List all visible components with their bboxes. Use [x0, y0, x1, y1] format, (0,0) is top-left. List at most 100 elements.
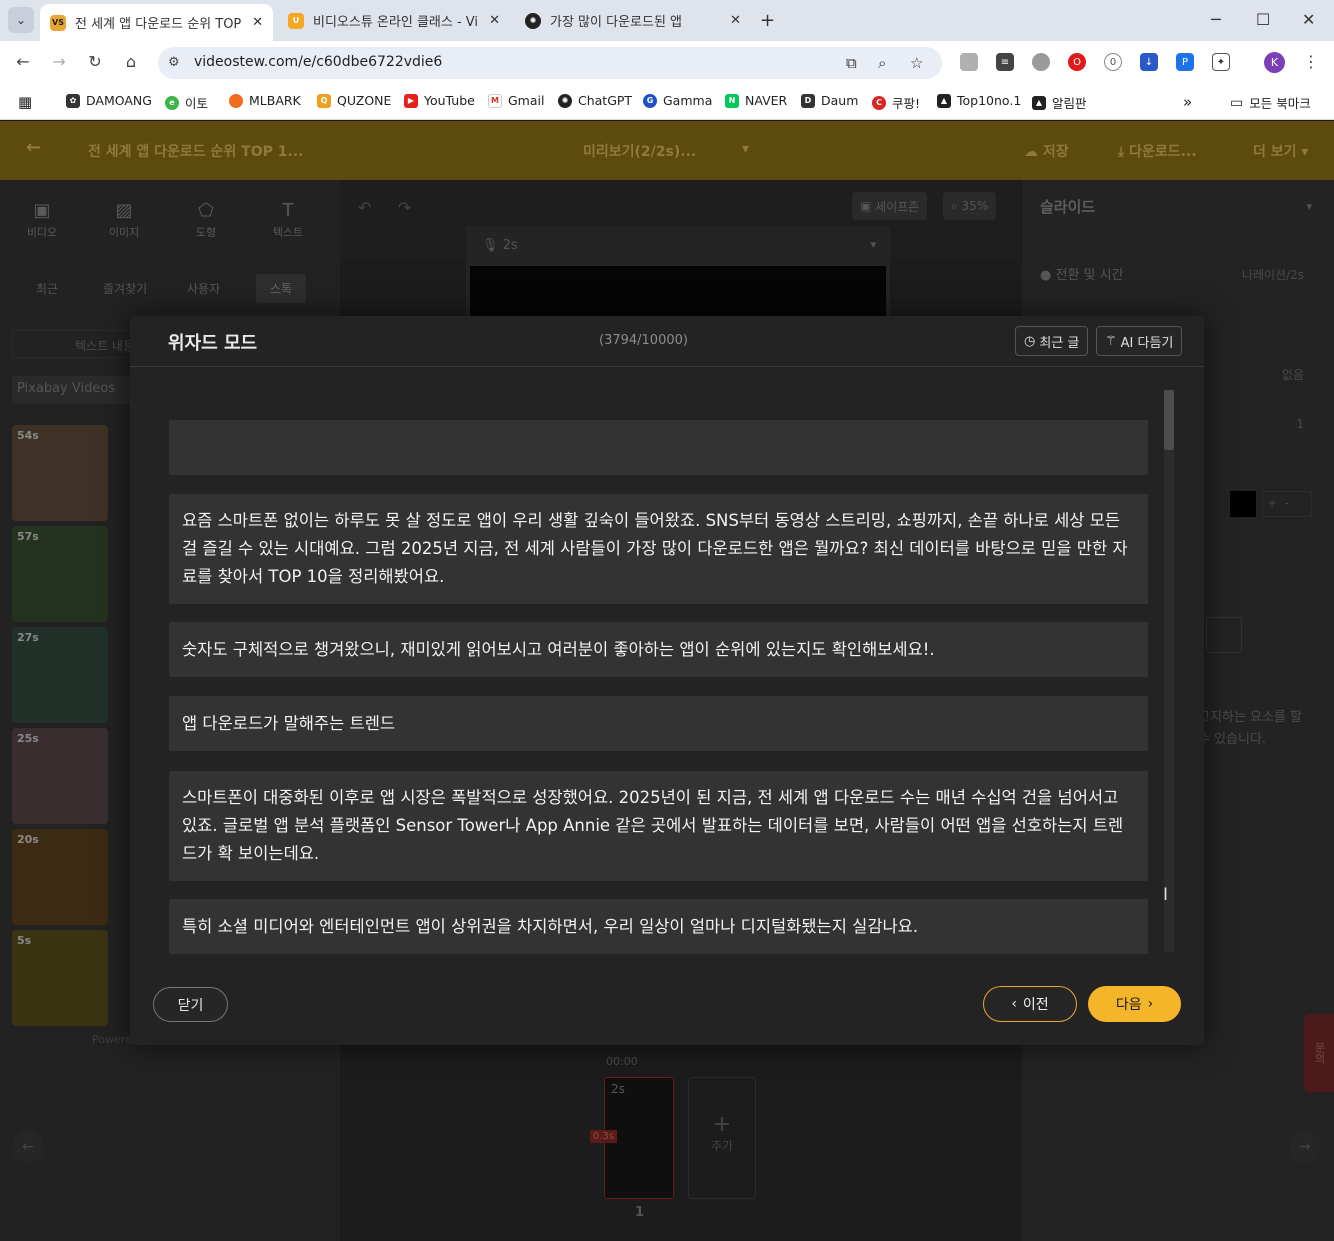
tab-recent[interactable]: 최근 [36, 280, 58, 297]
close-button[interactable]: 닫기 [153, 987, 228, 1022]
back-icon[interactable]: ← [12, 52, 34, 71]
previous-button[interactable]: ‹ 이전 [983, 986, 1077, 1022]
download-extension-icon[interactable]: ↓ [1140, 53, 1158, 71]
next-button[interactable]: 다음 › [1088, 986, 1181, 1022]
stock-thumb[interactable]: 57s [12, 526, 108, 622]
bookmark-gamma[interactable]: G Gamma [643, 93, 712, 108]
bookmark-chatgpt[interactable]: ✺ ChatGPT [558, 93, 632, 108]
youtube-icon: ▶ [404, 93, 418, 108]
tab-search-button[interactable]: ⌄ [8, 7, 34, 33]
extension-4-icon[interactable]: 0 [1104, 53, 1122, 71]
stock-thumb[interactable]: 27s [12, 627, 108, 723]
recent-text-button[interactable]: ◷ 최근 글 [1015, 326, 1089, 356]
bookmark-quzone[interactable]: Q QUZONE [317, 93, 391, 108]
paragraph-block[interactable]: 숫자도 구체적으로 챙겨왔으니, 재미있게 읽어보시고 여러분이 좋아하는 앱이… [169, 622, 1148, 677]
video-category[interactable]: ▣ 비디오 [22, 200, 62, 240]
next-slide-icon[interactable]: → [1289, 1131, 1321, 1163]
more-bookmarks-icon[interactable]: » [1183, 93, 1192, 111]
bookmark-youtube[interactable]: ▶ YouTube [404, 93, 475, 108]
safezone-toggle[interactable]: ▣ 세이프존 [852, 192, 928, 220]
tab-chatgpt[interactable]: ✺ 가장 많이 다운로드된 앱 ✕ [515, 4, 751, 37]
extension-3-icon[interactable] [1032, 53, 1050, 71]
paragraph-block[interactable]: 앱 다운로드가 말해주는 트렌드 [169, 696, 1148, 751]
text-category[interactable]: T 텍스트 [268, 200, 308, 240]
ai-polish-button[interactable]: ⚚ AI 다듬기 [1096, 326, 1183, 356]
magic-wand-icon: ⚚ [1105, 333, 1117, 349]
window-close-icon[interactable]: ✕ [1302, 10, 1315, 29]
new-tab-button[interactable]: + [760, 10, 775, 31]
scroll-thumb[interactable] [1164, 390, 1174, 450]
tab-close-icon[interactable]: ✕ [252, 15, 263, 30]
tab-online-class[interactable]: U 비디오스튜 온라인 클래스 - Vi ✕ [278, 4, 510, 37]
extension-5-icon[interactable]: P [1176, 53, 1194, 71]
tab-close-icon[interactable]: ✕ [489, 13, 500, 28]
color-swatch[interactable] [1230, 491, 1256, 517]
stock-thumb[interactable]: 54s [12, 425, 108, 521]
extension-1-icon[interactable] [960, 53, 978, 71]
transition-row[interactable]: ● 전환 및 시간 [1040, 264, 1124, 283]
inquiry-tab[interactable]: 문의 [1304, 1014, 1334, 1092]
more-menu-button[interactable]: 더 보기 ▾ [1253, 141, 1308, 161]
shape-preview[interactable] [1206, 617, 1242, 653]
bookmark-damoang[interactable]: ✿ DAMOANG [66, 93, 152, 108]
tab-close-icon[interactable]: ✕ [730, 13, 741, 28]
image-category[interactable]: ▨ 이미지 [104, 200, 144, 240]
paragraph-block[interactable] [169, 420, 1148, 475]
zoom-control[interactable]: ⌕ 35% [943, 192, 997, 220]
bookmark-daum[interactable]: D Daum [801, 93, 858, 108]
stepper-buttons[interactable]: + - [1262, 491, 1312, 517]
install-app-icon[interactable]: ⧉ [846, 54, 857, 72]
extensions-puzzle-icon[interactable]: ✦ [1212, 53, 1230, 71]
prev-slide-icon[interactable]: ← [12, 1131, 44, 1163]
download-button[interactable]: ⤓ 다운로드... [1118, 141, 1197, 161]
editor-back-icon[interactable]: ← [26, 137, 41, 158]
home-icon[interactable]: ⌂ [120, 52, 142, 71]
profile-avatar[interactable]: K [1264, 52, 1285, 73]
source-select[interactable]: Pixabay Videos [12, 376, 142, 404]
bookmark-mlbark[interactable]: MLBARK [229, 93, 301, 108]
gmail-icon: M [488, 93, 502, 108]
zoom-icon[interactable]: ⌕ [878, 54, 886, 72]
bookmark-naver[interactable]: N NAVER [725, 93, 787, 108]
tab-user[interactable]: 사용자 [187, 280, 220, 297]
chevron-down-icon[interactable]: ▾ [1306, 200, 1312, 213]
bookmark-alimpan[interactable]: ▲ 알림판 [1032, 93, 1087, 112]
tab-videostew-editor[interactable]: VS 전 세계 앱 다운로드 순위 TOP ✕ [40, 4, 273, 41]
bookmark-ito[interactable]: e 이토 [165, 93, 208, 112]
all-bookmarks-folder[interactable]: ▭ 모든 북마크 [1230, 93, 1311, 112]
address-bar[interactable]: ⚙ videostew.com/e/c60dbe6722vdie6 ⧉ ⌕ ☆ [158, 47, 942, 79]
tab-stock[interactable]: 스톡 [256, 274, 307, 303]
tab-favorites[interactable]: 즐겨찾기 [103, 280, 147, 297]
add-slide-button[interactable]: + 추가 [688, 1077, 756, 1199]
bookmark-gmail[interactable]: M Gmail [488, 93, 544, 108]
paragraph-block[interactable]: 특히 소셜 미디어와 엔터테인먼트 앱이 상위권을 차지하면서, 우리 일상이 … [169, 899, 1148, 954]
redo-icon[interactable]: ↷ [398, 198, 411, 217]
opera-extension-icon[interactable]: O [1068, 53, 1086, 71]
undo-icon[interactable]: ↶ [358, 198, 371, 217]
modal-scrollbar[interactable] [1164, 390, 1174, 952]
browser-menu-icon[interactable]: ⋮ [1300, 52, 1322, 71]
shape-category[interactable]: ⬠ 도형 [186, 200, 226, 240]
maximize-icon[interactable]: ☐ [1256, 10, 1270, 29]
save-button[interactable]: ☁ 저장 [1024, 141, 1069, 161]
paragraph-block[interactable]: 스마트폰이 대중화된 이후로 앱 시장은 폭발적으로 성장했어요. 2025년이… [169, 771, 1148, 881]
site-info-icon[interactable]: ⚙ [168, 55, 180, 70]
bookmark-top10[interactable]: ▲ Top10no.1 [937, 93, 1021, 108]
count-value: 1 [1296, 417, 1304, 431]
preview-select[interactable]: 미리보기(2/2s)... [583, 141, 696, 161]
minimize-icon[interactable]: ─ [1211, 10, 1221, 29]
chevron-down-icon[interactable]: ▾ [870, 238, 876, 251]
extension-2-icon[interactable]: ≡ [996, 53, 1014, 71]
stock-thumb[interactable]: 25s [12, 728, 108, 824]
stock-thumb[interactable]: 5s [12, 930, 108, 1026]
bookmark-coupang[interactable]: C 쿠팡! [872, 93, 920, 112]
stock-thumb[interactable]: 20s [12, 829, 108, 925]
reload-icon[interactable]: ↻ [84, 52, 106, 71]
timeline-marker[interactable]: 0.3s [590, 1130, 618, 1143]
bookmark-star-icon[interactable]: ☆ [910, 54, 923, 72]
project-title[interactable]: 전 세계 앱 다운로드 순위 TOP 1... [88, 141, 303, 161]
paragraph-block[interactable]: 요즘 스마트폰 없이는 하루도 못 살 정도로 앱이 우리 생활 깊숙이 들어왔… [169, 494, 1148, 604]
tab-title: 가장 많이 다운로드된 앱 [550, 15, 682, 30]
apps-grid-icon[interactable]: ▦ [18, 93, 32, 111]
forward-icon[interactable]: → [48, 52, 70, 71]
